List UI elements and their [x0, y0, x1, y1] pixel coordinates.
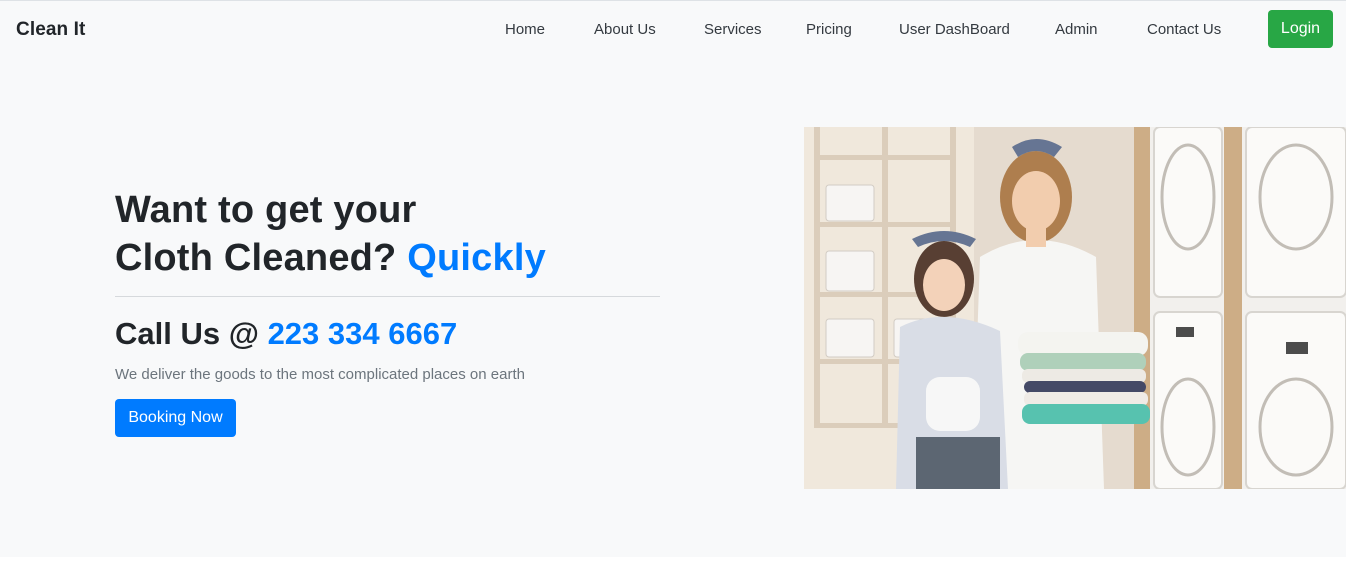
nav-link-admin[interactable]: Admin	[1055, 21, 1098, 38]
hero-divider	[115, 296, 660, 297]
hero-section: Want to get your Cloth Cleaned? Quickly …	[115, 186, 660, 437]
page: Clean It Home About Us Services Pricing …	[0, 0, 1346, 557]
hero-subtext: We deliver the goods to the most complic…	[115, 366, 525, 383]
hero-photo	[804, 127, 1346, 489]
headline-line-1: Want to get your	[115, 189, 417, 231]
hero-headline: Want to get your Cloth Cleaned? Quickly	[115, 186, 660, 282]
booking-now-button[interactable]: Booking Now	[115, 399, 236, 437]
nav-link-services[interactable]: Services	[704, 21, 762, 38]
laundry-photo-illustration	[804, 127, 1346, 489]
headline-accent: Quickly	[407, 237, 546, 279]
nav-link-about-us[interactable]: About Us	[594, 21, 656, 38]
call-us-label: Call Us @	[115, 316, 259, 351]
navbar: Clean It Home About Us Services Pricing …	[0, 1, 1346, 59]
nav-link-user-dashboard[interactable]: User DashBoard	[899, 21, 1010, 38]
nav-link-home[interactable]: Home	[505, 21, 545, 38]
login-button[interactable]: Login	[1268, 10, 1333, 48]
headline-line-2: Cloth Cleaned?	[115, 237, 397, 279]
call-us-heading: Call Us @ 223 334 6667	[115, 315, 660, 353]
phone-number: 223 334 6667	[267, 316, 458, 351]
nav-link-contact-us[interactable]: Contact Us	[1147, 21, 1221, 38]
nav-link-pricing[interactable]: Pricing	[806, 21, 852, 38]
brand-logo[interactable]: Clean It	[16, 19, 85, 41]
